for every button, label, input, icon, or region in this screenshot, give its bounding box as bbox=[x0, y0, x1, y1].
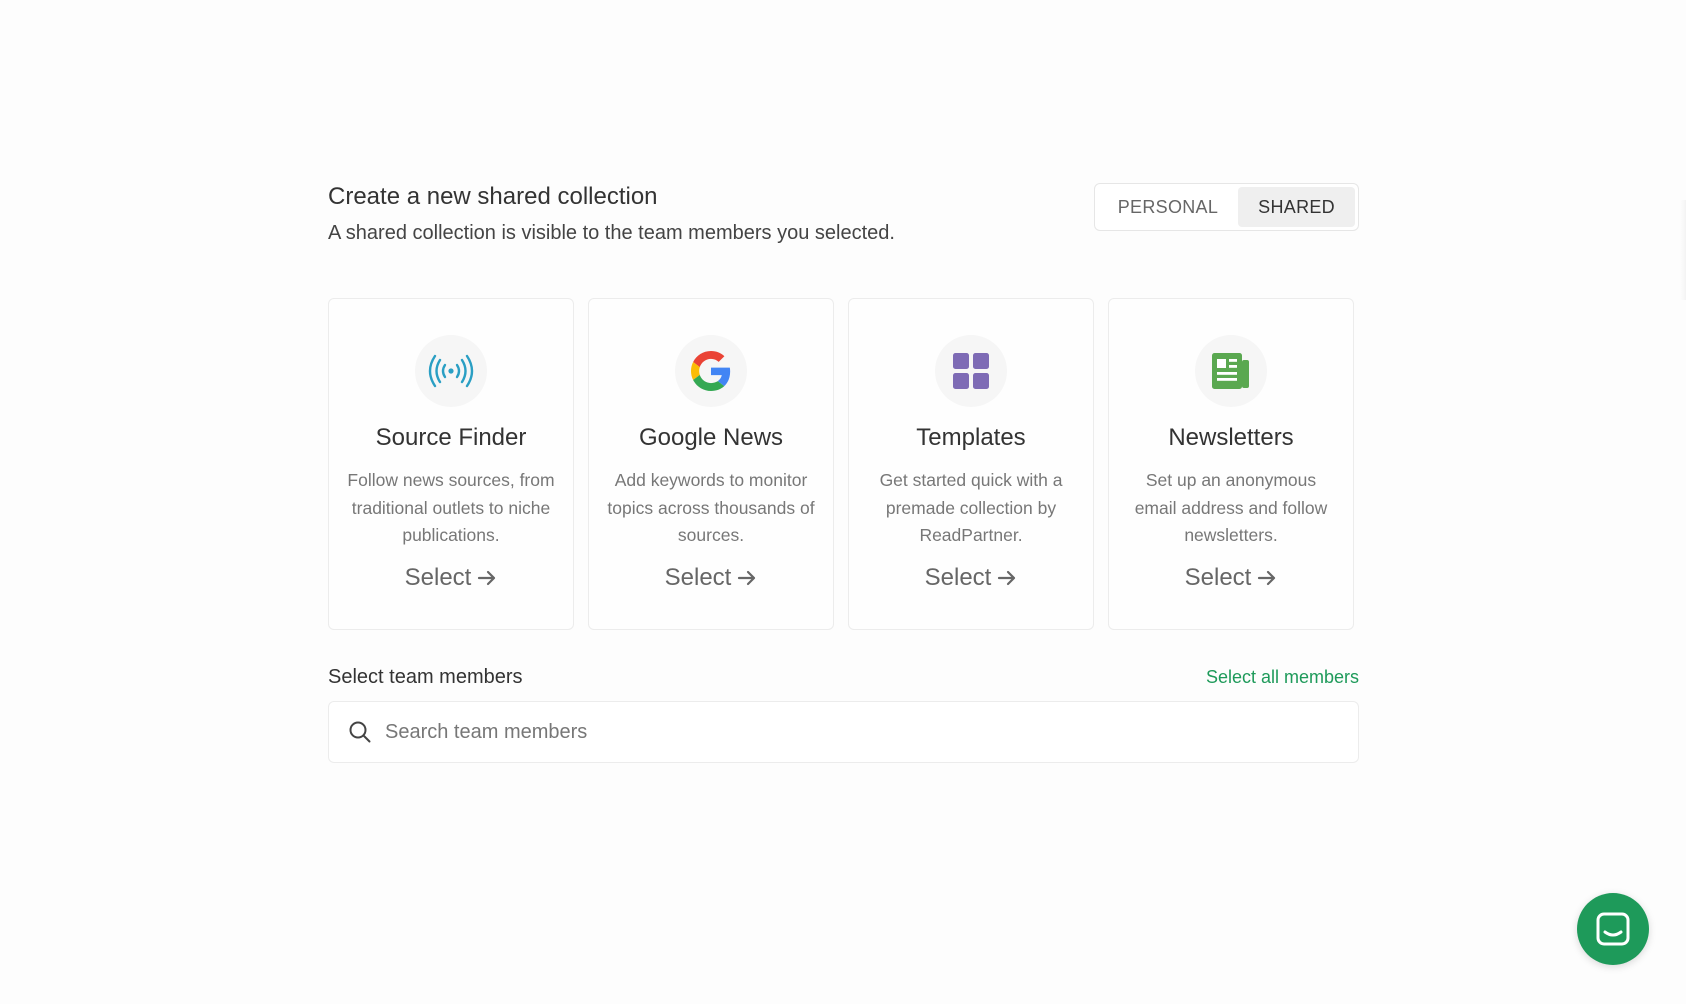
page: Create a new shared collection A shared … bbox=[0, 0, 1686, 1004]
card-newsletters[interactable]: Newsletters Set up an anonymous email ad… bbox=[1108, 298, 1354, 630]
arrow-right-icon bbox=[998, 570, 1016, 586]
edge-shadow bbox=[1680, 200, 1686, 300]
collection-type-toggle: PERSONAL SHARED bbox=[1093, 183, 1359, 231]
card-source-finder[interactable]: Source Finder Follow news sources, from … bbox=[328, 298, 574, 630]
select-newsletters-button[interactable]: Select bbox=[1185, 564, 1278, 592]
header-row: Create a new shared collection A shared … bbox=[328, 180, 1359, 248]
card-description: Set up an anonymous email address and fo… bbox=[1134, 470, 1328, 545]
newspaper-icon bbox=[1195, 335, 1267, 407]
toggle-personal[interactable]: PERSONAL bbox=[1098, 187, 1238, 227]
select-source-finder-button[interactable]: Select bbox=[405, 564, 498, 592]
search-icon bbox=[349, 721, 371, 743]
source-cards: Source Finder Follow news sources, from … bbox=[328, 298, 1359, 630]
arrow-right-icon bbox=[1258, 570, 1276, 586]
chat-launcher-button[interactable] bbox=[1577, 893, 1649, 965]
grid-icon bbox=[935, 335, 1007, 407]
create-collection-panel: Create a new shared collection A shared … bbox=[328, 180, 1359, 763]
toggle-shared[interactable]: SHARED bbox=[1238, 187, 1355, 227]
arrow-right-icon bbox=[478, 570, 496, 586]
page-subtitle: A shared collection is visible to the te… bbox=[328, 222, 895, 244]
select-google-news-button[interactable]: Select bbox=[665, 564, 758, 592]
card-google-news[interactable]: Google News Add keywords to monitor topi… bbox=[588, 298, 834, 630]
page-title: Create a new shared collection bbox=[328, 183, 658, 210]
select-label: Select bbox=[664, 564, 732, 591]
header-text: Create a new shared collection A shared … bbox=[328, 180, 895, 248]
select-templates-button[interactable]: Select bbox=[925, 564, 1018, 592]
select-label: Select bbox=[404, 564, 472, 591]
chat-icon bbox=[1596, 912, 1630, 946]
members-label: Select team members bbox=[328, 666, 523, 688]
arrow-right-icon bbox=[738, 570, 756, 586]
card-description: Follow news sources, from traditional ou… bbox=[347, 470, 555, 545]
member-search-box bbox=[328, 701, 1359, 763]
search-team-members-input[interactable] bbox=[383, 719, 1358, 745]
card-description: Add keywords to monitor topics across th… bbox=[607, 470, 815, 545]
card-description: Get started quick with a premade collect… bbox=[879, 470, 1063, 545]
card-title: Source Finder bbox=[375, 424, 527, 451]
broadcast-icon bbox=[415, 335, 487, 407]
card-title: Templates bbox=[916, 424, 1026, 451]
select-label: Select bbox=[1184, 564, 1252, 591]
select-label: Select bbox=[924, 564, 992, 591]
card-title: Newsletters bbox=[1168, 424, 1294, 451]
google-icon bbox=[675, 335, 747, 407]
card-templates[interactable]: Templates Get started quick with a prema… bbox=[848, 298, 1094, 630]
card-title: Google News bbox=[638, 424, 784, 451]
select-all-members-link[interactable]: Select all members bbox=[1206, 667, 1359, 688]
members-row: Select team members Select all members bbox=[328, 666, 1359, 689]
